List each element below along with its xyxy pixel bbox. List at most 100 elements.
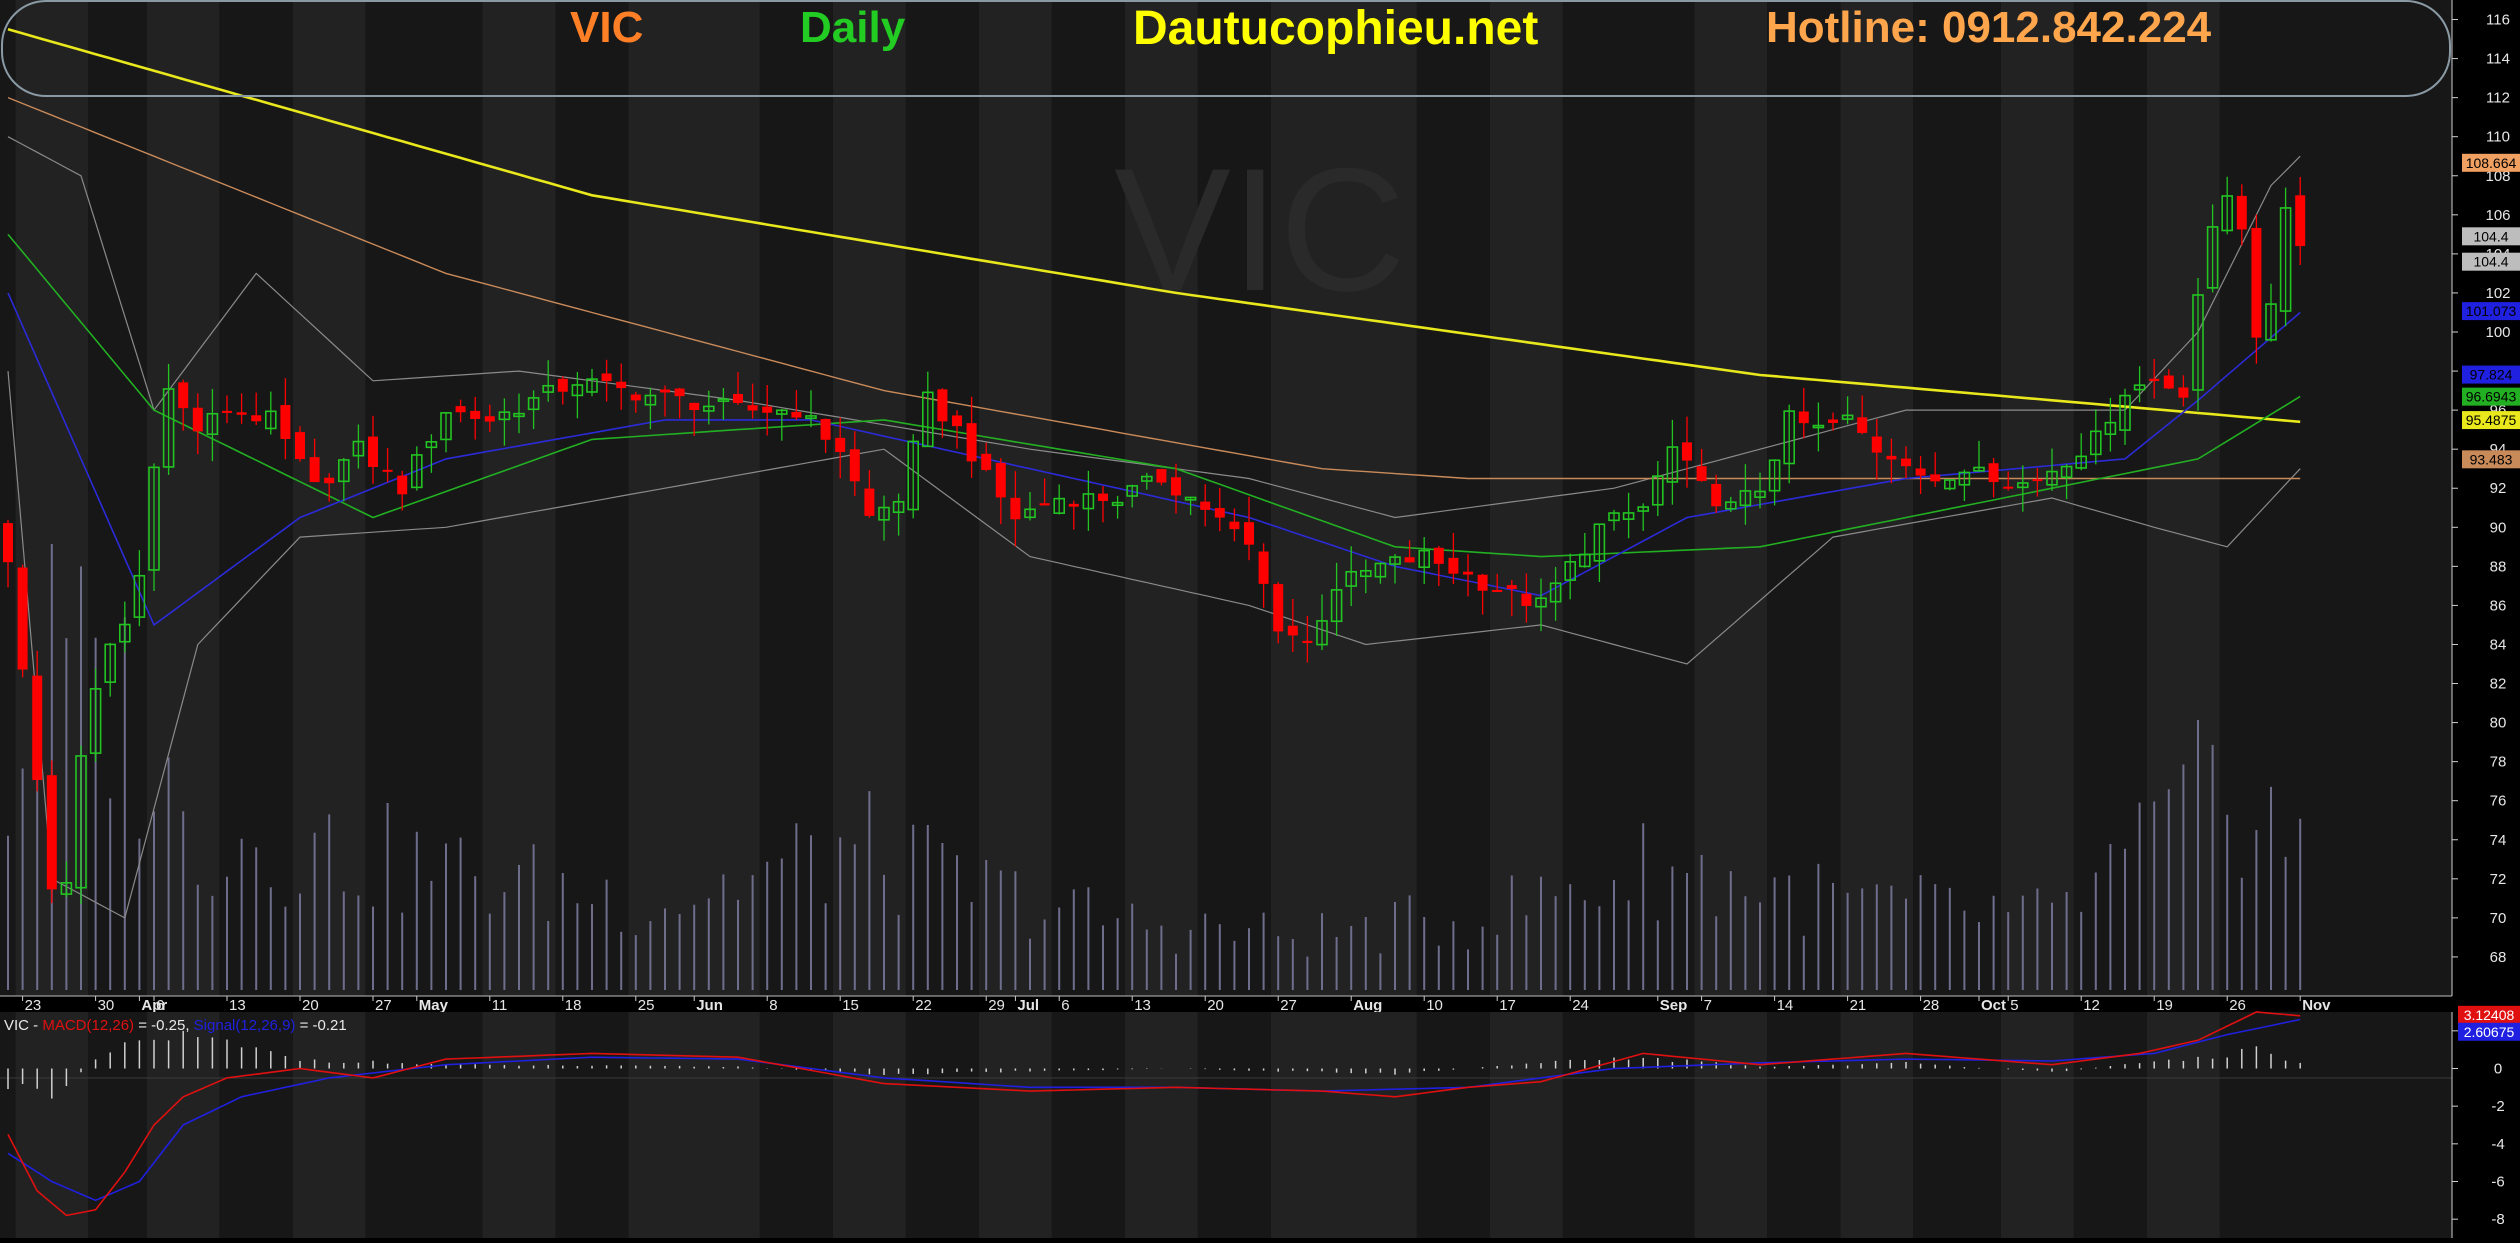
candle-body <box>1448 557 1459 574</box>
candle-body <box>455 406 466 413</box>
macd-value-text: 2.60675 <box>2464 1024 2515 1040</box>
candle-body <box>2003 486 2014 489</box>
macd-week-band <box>628 1012 760 1238</box>
macd-value-labels: 3.124082.60675 <box>2458 1005 2520 1041</box>
date-tick-label: 22 <box>915 997 932 1014</box>
date-tick-label: 7 <box>1704 997 1712 1014</box>
macd-week-band <box>1270 1012 1417 1238</box>
candle-body <box>470 410 481 419</box>
price-tick-label: 100 <box>2485 324 2510 341</box>
header-site: Dautucophieu.net <box>1133 2 1538 55</box>
candle-body <box>295 432 305 460</box>
date-tick-label: 15 <box>842 997 859 1014</box>
date-tick-label: 28 <box>1923 997 1940 1014</box>
macd-week-band <box>88 1012 147 1238</box>
candle-body <box>2032 479 2043 482</box>
price-value-text: 104.4 <box>2473 254 2508 270</box>
price-tick-label: 106 <box>2485 207 2510 224</box>
candle-body <box>1404 557 1415 563</box>
candle-body <box>2251 227 2262 338</box>
candle-body <box>1229 521 1240 530</box>
price-tick-label: 68 <box>2490 949 2507 966</box>
macd-tick-label: -6 <box>2491 1174 2504 1191</box>
macd-week-band <box>1694 1012 1768 1238</box>
date-tick-label: 26 <box>2229 997 2246 1014</box>
candle-body <box>382 469 393 472</box>
date-tick-label: 13 <box>229 997 246 1014</box>
date-tick-label: 14 <box>1777 997 1794 1014</box>
candle-body <box>1477 574 1488 591</box>
date-tick-label: Jul <box>1017 997 1039 1014</box>
macd-week-band <box>2000 1012 2074 1238</box>
candle-body <box>1711 483 1722 507</box>
macd-tick-label: -4 <box>2491 1136 2504 1153</box>
price-tick-label: 70 <box>2490 910 2507 927</box>
candle-body <box>397 475 408 495</box>
macd-week-band <box>0 1012 16 1238</box>
candle-body <box>1258 551 1269 584</box>
candle-body <box>1273 584 1284 632</box>
candle-body <box>835 437 846 452</box>
week-band <box>1913 0 2001 996</box>
price-tick-label: 102 <box>2485 285 2510 302</box>
date-tick-label: 12 <box>2083 997 2100 1014</box>
macd-tick-label: -8 <box>2491 1211 2504 1228</box>
candle-body <box>251 415 262 422</box>
date-tick-label: 8 <box>769 997 777 1014</box>
macd-week-band <box>1562 1012 1695 1238</box>
candle-body <box>557 378 568 392</box>
candle-body <box>1287 625 1298 636</box>
date-tick-label: 24 <box>1572 997 1589 1014</box>
candle-body <box>1098 493 1108 501</box>
macd-value-label: 3.12408 <box>2458 1005 2520 1024</box>
stock-chart: VIC VIC Daily Dautucophieu.net Hotline: … <box>0 0 2520 1238</box>
candle-body <box>2295 195 2306 247</box>
date-tick-label: 29 <box>988 997 1005 1014</box>
candle-body <box>849 449 860 482</box>
watermark-symbol: VIC <box>1114 133 1406 328</box>
candle-body <box>2149 378 2160 382</box>
date-tick-label: May <box>419 997 449 1014</box>
candle-body <box>1068 503 1079 507</box>
candle-body <box>1696 466 1707 481</box>
price-value-label: 104.4 <box>2462 252 2520 271</box>
price-tick-label: 78 <box>2490 754 2507 771</box>
candle-body <box>1214 508 1225 518</box>
candle-body <box>1930 474 1941 482</box>
candle-body <box>1506 585 1517 589</box>
week-band <box>628 0 760 996</box>
candle-body <box>762 406 773 413</box>
date-tick-label: Jun <box>696 997 723 1014</box>
week-band <box>1416 0 1490 996</box>
date-tick-label: 20 <box>1207 997 1224 1014</box>
macd-legend-macd-label: MACD(12,26) <box>42 1017 134 1034</box>
candle-body <box>1798 411 1809 424</box>
week-band <box>365 0 483 996</box>
macd-week-band <box>1913 1012 2001 1238</box>
candle-body <box>1682 442 1692 461</box>
candle-body <box>192 407 203 432</box>
macd-week-band <box>832 1012 906 1238</box>
candle-body <box>1871 436 1882 453</box>
candle-body <box>368 436 378 467</box>
price-tick-label: 72 <box>2490 871 2507 888</box>
macd-week-band <box>2073 1012 2147 1238</box>
price-tick-label: 92 <box>2490 480 2507 497</box>
macd-week-band <box>1489 1012 1563 1238</box>
candle-body <box>1200 501 1211 510</box>
header-period: Daily <box>800 3 906 52</box>
candle-body <box>820 419 831 440</box>
candle-body <box>280 405 291 439</box>
candle-body <box>17 567 28 670</box>
macd-tick-label: 0 <box>2494 1061 2502 1078</box>
header-symbol: VIC <box>570 3 643 52</box>
candle-body <box>1244 522 1254 545</box>
date-tick-label: 6 <box>1061 997 1069 1014</box>
week-band <box>2000 0 2074 996</box>
macd-legend-signal-label: Signal(12,26,9) <box>194 1017 296 1034</box>
date-tick-label: 5 <box>2010 997 2018 1014</box>
price-tick-label: 114 <box>2486 51 2510 68</box>
price-tick-label: 112 <box>2486 90 2510 107</box>
candle <box>46 760 57 904</box>
week-band <box>482 0 556 996</box>
